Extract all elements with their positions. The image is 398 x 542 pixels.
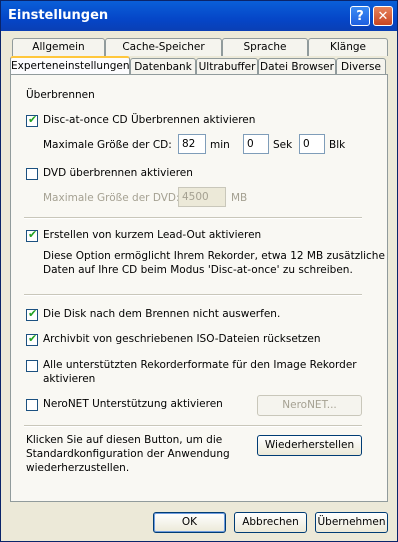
dvd-overburn-checkbox[interactable] [26,168,38,180]
cd-min-unit: min [210,139,230,151]
leadout-description-1: Diese Option ermöglicht Ihrem Rekorder, … [43,250,385,262]
dvd-size-unit: MB [231,192,248,204]
dvd-size-input[interactable]: 4500 [178,187,226,207]
cd-blk-unit: Blk [329,139,346,151]
all-formats-label-1: Alle unterstützten Rekorderformate für d… [43,359,357,371]
archive-bit-checkbox[interactable]: ✔ [26,332,38,346]
cancel-button[interactable]: Abbrechen [234,512,307,533]
check-icon: ✔ [28,113,38,126]
section-title: Überbrennen [26,89,95,101]
neronet-checkbox[interactable] [26,399,38,411]
ok-button[interactable]: OK [153,512,226,533]
dvd-size-label: Maximale Größe der DVD: [43,192,180,204]
separator [24,217,362,219]
tab-allgemein[interactable]: Allgemein [12,38,105,56]
check-icon: ✔ [28,307,38,320]
cd-overburn-checkbox[interactable]: ✔ [26,113,38,127]
neronet-button[interactable]: NeroNET... [257,395,362,416]
no-eject-checkbox[interactable]: ✔ [26,307,38,321]
separator [24,294,362,296]
no-eject-label: Die Disk nach dem Brennen nicht auswerfe… [43,308,281,320]
all-formats-label-2: aktivieren [43,373,96,385]
settings-dialog: Einstellungen ? ✕ Allgemein Cache-Speich… [0,0,398,542]
tab-klaenge[interactable]: Klänge [308,38,388,56]
restore-text-1: Klicken Sie auf diesen Button, um die [26,434,223,446]
tab-cache-speicher[interactable]: Cache-Speicher [105,38,222,56]
tab-experteneinstellungen[interactable]: Experteneinstellungen [10,56,130,76]
leadout-description-2: Daten auf Ihre CD beim Modus 'Disc-at-on… [43,264,353,276]
cd-size-label: Maximale Größe der CD: [43,139,172,151]
apply-button[interactable]: Übernehmen [315,512,388,533]
restore-text-3: wiederherzustellen. [26,462,130,474]
help-button[interactable]: ? [350,6,370,26]
tab-panel: Überbrennen ✔ Disc-at-once CD Überbrenne… [10,74,388,502]
title-bar: Einstellungen ? ✕ [1,1,397,31]
restore-text-2: Standardkonfiguration der Anwendung [26,448,230,460]
cd-blk-input[interactable]: 0 [299,134,325,154]
cd-sec-unit: Sek [273,139,293,151]
close-button[interactable]: ✕ [373,6,393,26]
check-icon: ✔ [28,228,38,241]
window-title: Einstellungen [8,8,109,23]
cd-min-input[interactable]: 82 [178,134,206,154]
leadout-checkbox[interactable]: ✔ [26,228,38,242]
separator [24,425,362,427]
leadout-label: Erstellen von kurzem Lead-Out aktivieren [43,229,262,241]
all-formats-checkbox[interactable] [26,360,38,372]
tab-sprache[interactable]: Sprache [222,38,308,56]
check-icon: ✔ [28,332,38,345]
neronet-label: NeroNET Unterstützung aktivieren [43,398,223,410]
dvd-overburn-label: DVD überbrennen aktivieren [43,167,193,179]
archive-bit-label: Archivbit von geschriebenen ISO-Dateien … [43,333,321,345]
restore-button[interactable]: Wiederherstellen [257,435,362,456]
cd-sec-input[interactable]: 0 [243,134,269,154]
cd-overburn-label: Disc-at-once CD Überbrennen aktivieren [43,114,256,126]
